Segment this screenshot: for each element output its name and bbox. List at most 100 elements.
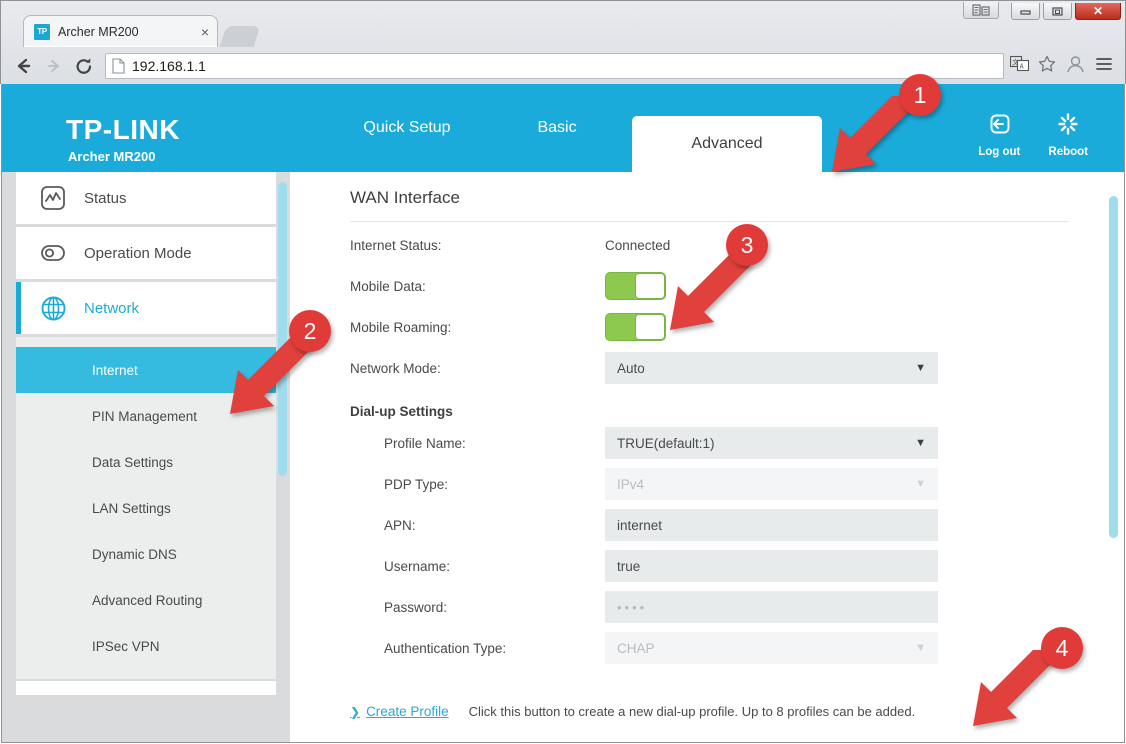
back-arrow-icon[interactable]	[9, 53, 39, 79]
internet-status-value: Connected	[605, 237, 671, 253]
reload-icon[interactable]	[69, 53, 99, 79]
browser-window-chrome: ✕ TP Archer MR200 × 192.168.1.1 文 A	[0, 0, 1126, 84]
brand-name: TP-LINK	[66, 114, 180, 145]
pdp-type-select: IPv4 ▼	[605, 468, 938, 500]
pdp-type-row: PDP Type: IPv4 ▼	[350, 466, 1086, 502]
hamburger-menu-icon[interactable]	[1095, 56, 1113, 77]
reboot-icon	[1055, 112, 1081, 141]
username-input[interactable]: true	[605, 550, 938, 582]
pdp-type-value: IPv4	[617, 476, 645, 492]
dialup-settings-heading: Dial-up Settings	[350, 404, 453, 419]
tab-quick-setup[interactable]: Quick Setup	[332, 84, 482, 172]
sidebar-item-data-settings[interactable]: Data Settings	[16, 439, 276, 485]
sidebar-item-lan-settings[interactable]: LAN Settings	[16, 485, 276, 531]
reboot-label: Reboot	[1048, 146, 1088, 158]
username-label: Username:	[384, 558, 451, 574]
profile-name-select[interactable]: TRUE(default:1) ▼	[605, 427, 938, 459]
reboot-button[interactable]: Reboot	[1048, 112, 1088, 158]
new-tab-button[interactable]	[219, 26, 261, 47]
network-mode-label: Network Mode:	[350, 360, 441, 376]
sidebar-item-ipsec-vpn-label: IPSec VPN	[92, 638, 160, 654]
sidebar-item-pin-management-label: PIN Management	[92, 408, 198, 424]
sidebar-item-internet-label: Internet	[92, 362, 138, 378]
chevron-down-icon: ▼	[915, 437, 926, 449]
sidebar-item-lan-settings-label: LAN Settings	[92, 500, 171, 516]
create-profile-hint: Click this button to create a new dial-u…	[468, 704, 916, 719]
annotation-badge-1-number: 1	[899, 74, 941, 116]
content-scrollbar-thumb[interactable]	[1109, 196, 1118, 538]
globe-icon	[40, 295, 70, 322]
brand-logo: TP-LINK Archer MR200	[66, 114, 180, 164]
browser-tab[interactable]: TP Archer MR200 ×	[23, 15, 218, 47]
sidebar-tail	[16, 681, 276, 695]
pdp-type-label: PDP Type:	[384, 476, 449, 492]
username-value: true	[617, 558, 641, 574]
sidebar-scrollbar-thumb[interactable]	[278, 182, 287, 476]
favicon-label: TP	[37, 27, 47, 36]
sidebar-item-network-label: Network	[84, 299, 140, 317]
tab-basic-label: Basic	[537, 119, 577, 136]
apn-value: internet	[617, 517, 663, 533]
network-mode-row: Network Mode: Auto ▼	[350, 350, 1086, 386]
create-profile-label: Create Profile	[366, 704, 449, 719]
tab-advanced[interactable]: Advanced	[632, 116, 822, 172]
tp-link-favicon: TP	[34, 23, 50, 40]
password-input[interactable]: ••••	[605, 591, 938, 623]
apn-label: APN:	[384, 517, 416, 533]
profile-name-value: TRUE(default:1)	[617, 435, 715, 451]
chevron-down-icon: ▼	[915, 362, 926, 374]
profile-name-label: Profile Name:	[384, 435, 466, 451]
tab-basic[interactable]: Basic	[482, 84, 632, 172]
profile-name-row: Profile Name: TRUE(default:1) ▼	[350, 425, 1086, 461]
password-row: Password: ••••	[350, 589, 1086, 625]
mobile-data-toggle[interactable]	[605, 272, 666, 300]
sidebar-item-operation-mode-label: Operation Mode	[84, 244, 192, 262]
sidebar-item-advanced-routing-label: Advanced Routing	[92, 592, 203, 608]
sidebar-item-operation-mode[interactable]: Operation Mode	[16, 227, 276, 279]
sidebar: Status Operation Mode Network Internet P…	[2, 172, 290, 742]
chevron-down-icon: ▼	[915, 642, 926, 654]
star-icon[interactable]	[1038, 55, 1056, 77]
operation-mode-icon	[40, 240, 70, 266]
page-icon	[112, 58, 125, 74]
close-icon[interactable]: ×	[201, 25, 209, 39]
mobile-data-toggle-knob	[635, 273, 665, 299]
browser-tab-title: Archer MR200	[58, 24, 139, 39]
browser-tabstrip: TP Archer MR200 ×	[1, 15, 1125, 47]
status-icon	[40, 185, 70, 211]
address-bar[interactable]: 192.168.1.1	[105, 53, 1004, 79]
browser-toolbar: 192.168.1.1 文A	[1, 47, 1125, 85]
sidebar-scrollbar[interactable]	[278, 174, 287, 741]
tab-quick-setup-label: Quick Setup	[363, 119, 451, 136]
forward-arrow-icon[interactable]	[39, 53, 69, 79]
mobile-roaming-label: Mobile Roaming:	[350, 319, 452, 335]
profile-icon[interactable]	[1065, 54, 1086, 78]
mobile-roaming-toggle-knob	[635, 314, 665, 340]
page-title: WAN Interface	[350, 172, 1069, 222]
content-scrollbar[interactable]	[1109, 172, 1118, 742]
logout-button[interactable]: Log out	[978, 112, 1020, 158]
translate-icon[interactable]: 文A	[1009, 55, 1030, 77]
address-bar-text: 192.168.1.1	[132, 58, 206, 74]
annotation-badge-4: 4	[1041, 627, 1083, 669]
annotation-badge-3: 3	[726, 224, 768, 266]
sidebar-item-dynamic-dns[interactable]: Dynamic DNS	[16, 531, 276, 577]
network-mode-value: Auto	[617, 360, 645, 376]
annotation-badge-2: 2	[289, 310, 331, 352]
apn-input[interactable]: internet	[605, 509, 938, 541]
annotation-badge-2-number: 2	[289, 310, 331, 352]
mobile-data-label: Mobile Data:	[350, 278, 426, 294]
mobile-roaming-toggle[interactable]	[605, 313, 666, 341]
sidebar-item-advanced-routing[interactable]: Advanced Routing	[16, 577, 276, 623]
create-profile-link[interactable]: ❯ Create Profile	[350, 704, 449, 719]
sidebar-item-status[interactable]: Status	[16, 172, 276, 224]
auth-type-value: CHAP	[617, 640, 655, 656]
main-nav-tabs: Quick Setup Basic Advanced	[332, 84, 822, 172]
sidebar-item-network[interactable]: Network	[16, 282, 276, 334]
password-value: ••••	[617, 599, 648, 615]
sidebar-item-ipsec-vpn[interactable]: IPSec VPN	[16, 623, 276, 669]
auth-type-label: Authentication Type:	[384, 640, 507, 656]
annotation-badge-4-number: 4	[1041, 627, 1083, 669]
network-mode-select[interactable]: Auto ▼	[605, 352, 938, 384]
annotation-badge-1: 1	[899, 74, 941, 116]
